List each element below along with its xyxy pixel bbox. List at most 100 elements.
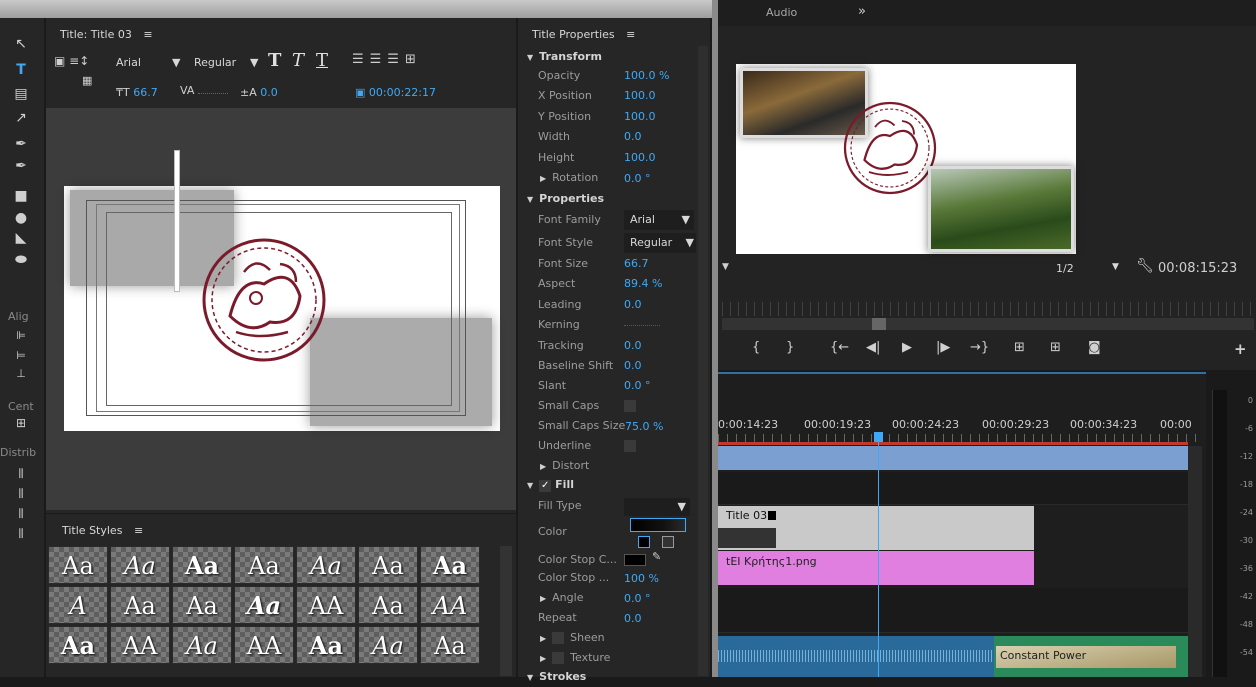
font-family-select[interactable]: Arial ▼ — [116, 56, 206, 69]
title-style-swatch[interactable]: Aa — [48, 626, 108, 664]
property-row-value[interactable] — [624, 315, 660, 327]
fill-type-dropdown[interactable]: ▼ — [624, 498, 690, 516]
transform-row-value[interactable]: 100.0 — [624, 148, 656, 168]
title-style-swatch[interactable]: Aa — [110, 586, 170, 624]
add-anchor-tool-icon[interactable]: ✒ — [12, 158, 30, 174]
bold-icon[interactable]: T — [268, 50, 281, 71]
font-family-dropdown[interactable]: Arial ▼ — [624, 210, 694, 230]
underline-checkbox[interactable] — [624, 440, 636, 452]
title-style-swatch[interactable]: Aa — [420, 546, 480, 584]
title-style-swatch[interactable]: Aa — [234, 586, 294, 624]
title-tab-menu-icon[interactable]: ≡ — [143, 28, 152, 41]
sheen-checkbox[interactable] — [552, 632, 565, 644]
playhead-handle[interactable] — [874, 432, 883, 442]
texture-row[interactable]: ▶ Texture — [540, 648, 610, 668]
property-row-value[interactable]: 0.0 ° — [624, 376, 651, 396]
font-style-dropdown[interactable]: Regular ▼ — [624, 233, 696, 253]
kerning-field[interactable]: VA — [180, 84, 228, 97]
styles-scrollbar[interactable] — [500, 546, 512, 676]
go-to-in-icon[interactable]: {← — [830, 340, 849, 355]
video-clip-top[interactable] — [718, 446, 1188, 470]
transform-section[interactable]: ▼ Transform — [527, 48, 602, 66]
title-styles-menu-icon[interactable]: ≡ — [134, 524, 143, 537]
small-caps-size-value[interactable]: 75.0 % — [625, 420, 663, 433]
timeline-scrollbar[interactable] — [1188, 446, 1202, 677]
leading-field[interactable]: ±A 0.0 — [240, 86, 278, 99]
repeat-value[interactable]: 0.0 — [624, 612, 642, 625]
extract-icon[interactable]: ⊞ — [1050, 340, 1061, 355]
monitor-scroll-thumb[interactable] — [872, 318, 886, 330]
italic-icon[interactable]: T — [292, 50, 304, 71]
title-styles-tab[interactable]: Title Styles ≡ — [62, 524, 143, 537]
strokes-section[interactable]: ▼ Strokes — [527, 668, 586, 686]
fill-section[interactable]: ▼ ✓ Fill — [527, 476, 574, 494]
monitor-scroll-bar[interactable] — [722, 318, 1254, 330]
property-row-value[interactable]: 0.0 — [624, 336, 642, 356]
wrench-icon[interactable]: 🔧︎ — [1136, 258, 1154, 274]
distribute-v-icon[interactable]: ⫼ — [12, 486, 30, 502]
mark-in-icon[interactable]: { — [752, 340, 760, 355]
fill-checkbox-icon[interactable]: ✓ — [539, 480, 552, 492]
rectangle-tool-icon[interactable]: ■ — [12, 188, 30, 204]
audio-tab[interactable]: Audio — [766, 6, 797, 19]
area-type-tool-icon[interactable]: ▤ — [12, 86, 30, 102]
property-row-value[interactable]: 66.7 — [624, 254, 649, 274]
underline-icon[interactable]: T — [316, 50, 328, 71]
roll-crawl-icon[interactable]: ▦ — [82, 74, 92, 87]
title-style-swatch[interactable]: AA — [420, 586, 480, 624]
go-to-out-icon[interactable]: →} — [970, 340, 989, 355]
sheen-row[interactable]: ▶ Sheen — [540, 628, 605, 648]
angle-value[interactable]: 0.0 ° — [624, 592, 651, 605]
title-style-swatch[interactable]: Aa — [296, 626, 356, 664]
title-style-swatch[interactable]: Aa — [172, 586, 232, 624]
title-style-swatch[interactable]: Aa — [420, 626, 480, 664]
title-style-swatch[interactable]: Aa — [358, 546, 418, 584]
program-timecode[interactable]: 00:08:15:23 — [1158, 261, 1237, 276]
title-properties-menu-icon[interactable]: ≡ — [626, 28, 635, 41]
center-icon[interactable]: ⊞ — [12, 415, 30, 431]
font-style-select[interactable]: Regular ▼ — [194, 56, 274, 69]
font-size-field[interactable]: ₸T 66.7 — [116, 86, 158, 99]
color-stop-swatch[interactable] — [624, 554, 646, 566]
selection-tool-icon[interactable]: ↖ — [12, 36, 30, 52]
zoom-select[interactable]: 1/2 ▼ — [1056, 262, 1126, 275]
align-left-icon[interactable]: ⊫ — [12, 328, 30, 344]
playhead-line[interactable] — [878, 432, 879, 677]
distribute-space-icon[interactable]: ⫼ — [12, 506, 30, 522]
new-title-icon[interactable]: ▣ ≡↕ — [54, 54, 89, 68]
rotation-value[interactable]: 0.0 ° — [624, 172, 651, 185]
path-type-tool-icon[interactable]: ↗ — [12, 110, 30, 126]
align-text-icons[interactable]: ☰☰☰⊞ — [352, 52, 422, 67]
mark-out-icon[interactable]: } — [786, 340, 794, 355]
property-row-value[interactable]: 0.0 — [624, 295, 642, 315]
title-style-swatch[interactable]: Aa — [172, 626, 232, 664]
title-style-swatch[interactable]: Aa — [172, 546, 232, 584]
small-caps-checkbox[interactable] — [624, 400, 636, 412]
transform-row-value[interactable]: 100.0 % — [624, 66, 669, 86]
gradient-stop-right[interactable] — [662, 536, 674, 548]
transform-row-value[interactable]: 100.0 — [624, 107, 656, 127]
title-style-swatch[interactable]: Aa — [234, 546, 294, 584]
title-tab[interactable]: Title: Title 03 ≡ — [60, 28, 153, 41]
constant-power-transition[interactable]: Constant Power — [996, 646, 1176, 668]
step-forward-icon[interactable]: |▶ — [936, 340, 950, 355]
ellipse-tool-icon[interactable]: ● — [12, 210, 30, 226]
play-icon[interactable]: ▶ — [902, 340, 912, 355]
transform-row-value[interactable]: 100.0 — [624, 86, 656, 106]
add-button-icon[interactable]: + — [1234, 340, 1247, 358]
texture-checkbox[interactable] — [552, 652, 565, 664]
properties-section[interactable]: ▼ Properties — [527, 190, 604, 208]
eyedropper-icon[interactable]: ✎ — [652, 550, 661, 563]
title-clip[interactable]: Title 03 — [718, 506, 1034, 550]
wedge-tool-icon[interactable]: ◣ — [12, 230, 30, 246]
export-frame-icon[interactable]: ◙ — [1088, 340, 1101, 355]
title-style-swatch[interactable]: AA — [234, 626, 294, 664]
arc-tool-icon[interactable]: ⬬ — [12, 252, 30, 268]
angle-row[interactable]: ▶ Angle — [540, 588, 583, 608]
title-style-swatch[interactable]: Aa — [296, 546, 356, 584]
color-stop-opacity-value[interactable]: 100 % — [624, 572, 659, 585]
title-style-swatch[interactable]: AA — [296, 586, 356, 624]
title-style-swatch[interactable]: AA — [110, 626, 170, 664]
lift-icon[interactable]: ⊞ — [1014, 340, 1025, 355]
align-center-icon[interactable]: ⊨ — [12, 348, 30, 364]
